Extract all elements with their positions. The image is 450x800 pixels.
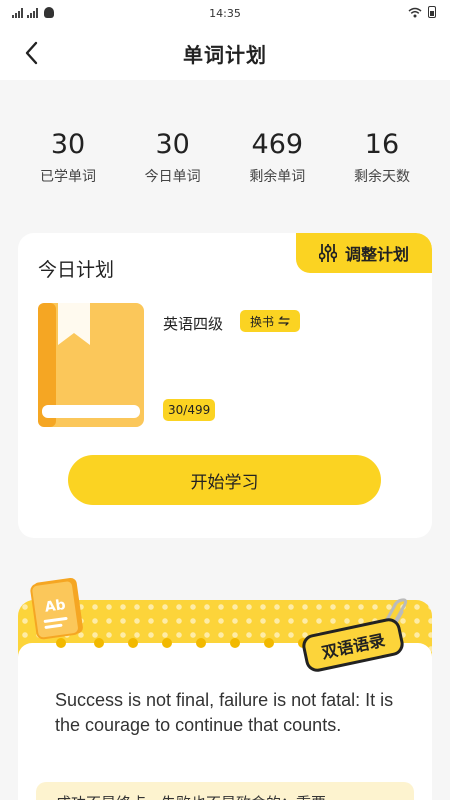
book-progress-badge: 30/499 — [163, 399, 216, 421]
book-cover-icon[interactable] — [38, 303, 144, 427]
binder-ring — [196, 638, 206, 648]
swap-book-label: 换书 — [249, 314, 274, 329]
stat-value: 16 — [364, 129, 400, 160]
stat-label: 剩余天数 — [353, 169, 410, 185]
stat-value: 30 — [50, 129, 86, 160]
sliders-icon — [318, 244, 337, 262]
binder-ring — [162, 638, 172, 648]
plan-title: 今日计划 — [38, 259, 115, 281]
stat-remaining-words: 469 剩余单词 — [227, 128, 327, 186]
quote-english: Success is not final, failure is not fat… — [55, 690, 394, 735]
binder-ring — [128, 638, 138, 648]
adjust-plan-label: 调整计划 — [344, 245, 409, 264]
signal-icon-2 — [27, 7, 38, 18]
today-plan-card: 今日计划 调整计划 英语四级 换书 30/499 开始学习 — [18, 233, 432, 538]
binder-ring — [94, 638, 104, 648]
stat-learned: 30 已学单词 — [18, 128, 118, 186]
stat-value: 469 — [251, 129, 304, 160]
header-bar: 单词计划 — [0, 26, 450, 80]
status-bar: 14:35 — [0, 0, 450, 26]
stat-label: 已学单词 — [40, 169, 96, 185]
status-time: 14:35 — [209, 6, 241, 20]
bilingual-quote-card: Ab 双语语录 Success is not final, failure is… — [18, 577, 432, 800]
signal-icon — [12, 7, 23, 18]
swap-book-button[interactable]: 换书 — [240, 310, 300, 332]
adjust-plan-button[interactable]: 调整计划 — [296, 233, 432, 273]
binder-ring — [264, 638, 274, 648]
stats-row: 30 已学单词 30 今日单词 469 剩余单词 16 剩余天数 — [18, 128, 432, 186]
stat-value: 30 — [155, 129, 190, 160]
binder-ring — [230, 638, 240, 648]
battery-icon — [428, 6, 436, 18]
ab-flashcard-icon: Ab — [30, 577, 83, 640]
stat-today: 30 今日单词 — [123, 128, 223, 186]
qq-icon — [44, 7, 54, 18]
stat-label: 剩余单词 — [249, 169, 306, 185]
stat-remaining-days: 16 剩余天数 — [332, 128, 432, 186]
stat-label: 今日单词 — [144, 169, 201, 185]
svg-text:Ab: Ab — [44, 597, 67, 616]
quote-chinese: 成功不是终点，失败也不是致命的：重要 — [56, 792, 326, 800]
book-name: 英语四级 — [163, 315, 224, 333]
start-learning-button[interactable]: 开始学习 — [68, 455, 381, 505]
status-right — [408, 6, 436, 18]
status-left — [12, 7, 54, 18]
page-title: 单词计划 — [183, 42, 267, 67]
chevron-left-icon — [25, 41, 38, 65]
wifi-icon — [408, 7, 422, 17]
quote-chinese-bar: 成功不是终点，失败也不是致命的：重要 — [36, 782, 414, 800]
swap-icon — [278, 316, 290, 326]
back-button[interactable] — [16, 38, 46, 68]
